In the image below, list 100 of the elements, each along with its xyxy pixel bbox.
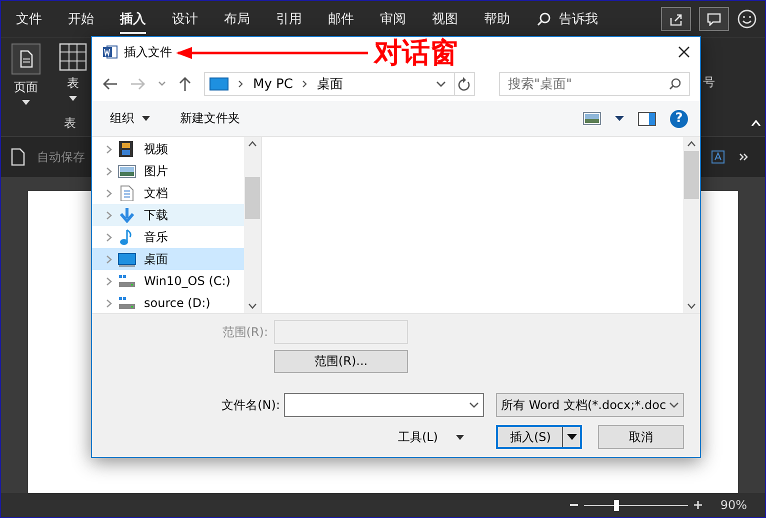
menu-tab[interactable]: 设计 [159, 1, 211, 37]
caret-icon [456, 434, 464, 440]
insert-button[interactable]: 插入(S) [496, 425, 582, 449]
nav-item[interactable]: Win10_OS (C:) [92, 270, 244, 292]
search-icon [668, 78, 681, 90]
scroll-down-icon [687, 303, 696, 309]
close-icon [678, 46, 690, 58]
picture-icon [118, 163, 136, 179]
range-field[interactable] [274, 320, 408, 344]
nav-item[interactable]: 文档 [92, 182, 244, 204]
word-document-icon [102, 44, 118, 60]
chevron-icon[interactable] [106, 188, 112, 198]
chevron-icon[interactable] [106, 166, 112, 176]
menu-tab[interactable]: 帮助 [471, 1, 523, 37]
breadcrumb[interactable]: 桌面 [316, 75, 343, 93]
caret-icon [566, 434, 576, 440]
menu-tab[interactable]: 引用 [263, 1, 315, 37]
smiley-icon[interactable] [737, 9, 757, 29]
chevron-icon[interactable] [106, 144, 112, 154]
preview-pane-icon[interactable] [638, 112, 656, 126]
scrollbar-thumb[interactable] [245, 177, 260, 219]
comments-button[interactable] [699, 7, 729, 31]
chevron-icon [238, 80, 244, 88]
nav-item[interactable]: 图片 [92, 160, 244, 182]
desktop-icon [118, 251, 136, 267]
ribbon-label: 号 [703, 74, 715, 91]
file-type-dropdown[interactable]: 所有 Word 文档(*.docx;*.doc [496, 393, 684, 417]
nav-item[interactable]: 桌面 [92, 248, 244, 270]
nav-item[interactable]: 视频 [92, 138, 244, 160]
scrollbar[interactable] [683, 137, 700, 313]
up-arrow-icon[interactable] [178, 76, 192, 92]
menu-tab[interactable]: 视图 [419, 1, 471, 37]
minus-icon[interactable] [570, 504, 578, 506]
file-name-field[interactable] [284, 393, 484, 417]
search-field[interactable]: 搜索"桌面" [499, 72, 690, 96]
slider-thumb[interactable] [614, 500, 619, 510]
drive-icon [118, 295, 136, 311]
dropdown-caret-icon [669, 402, 679, 408]
nav-item[interactable]: 下载 [92, 204, 244, 226]
nav-item[interactable]: source (D:) [92, 292, 244, 313]
collapse-icon[interactable] [751, 120, 761, 126]
autosave-label: 自动保存 [37, 148, 85, 166]
menu-tab[interactable]: 布局 [211, 1, 263, 37]
share-button[interactable] [661, 7, 691, 31]
more-icon[interactable] [739, 153, 749, 161]
nav-item[interactable]: 音乐 [92, 226, 244, 248]
menu-tab[interactable]: 插入 [107, 1, 159, 37]
tell-me-search[interactable]: 告诉我 [537, 10, 598, 28]
new-folder-button[interactable]: 新建文件夹 [180, 110, 240, 127]
page-icon [11, 43, 41, 75]
caret-icon [69, 96, 77, 101]
scroll-up-icon [687, 141, 696, 147]
document-icon[interactable] [11, 148, 25, 166]
dropdown-caret-icon[interactable] [436, 81, 446, 87]
organize-menu[interactable]: 组织 [110, 110, 150, 127]
scrollbar-thumb[interactable] [684, 151, 699, 199]
scroll-up-icon [248, 141, 257, 147]
annotation-label: 对话窗 [374, 36, 458, 70]
video-icon [118, 141, 136, 157]
caret-icon [22, 100, 30, 105]
address-bar[interactable]: My PC 桌面 [204, 72, 455, 96]
range-label: 范围(R): [222, 324, 268, 340]
plus-icon[interactable] [694, 501, 702, 509]
help-button[interactable]: ? [670, 110, 688, 128]
dropdown-caret-icon [469, 402, 479, 408]
caret-icon [142, 116, 150, 121]
page-button[interactable]: 页面 [1, 38, 51, 136]
zoom-level: 90% [720, 498, 747, 512]
breadcrumb[interactable]: My PC [253, 76, 293, 92]
dialog-title: 插入文件 [124, 44, 172, 60]
caret-icon[interactable] [615, 116, 624, 121]
file-name-label: 文件名(N): [222, 396, 280, 414]
menu-tab[interactable]: 文件 [3, 1, 55, 37]
document-icon [118, 185, 136, 201]
view-icon[interactable] [583, 112, 601, 125]
desktop-icon [209, 77, 229, 91]
chevron-icon [302, 80, 308, 88]
share-icon [669, 12, 683, 26]
scroll-down-icon [248, 303, 257, 309]
drive-icon [118, 273, 136, 289]
range-button[interactable]: 范围(R)... [274, 350, 408, 373]
menu-tab[interactable]: 开始 [55, 1, 107, 37]
chevron-icon[interactable] [106, 276, 112, 286]
cancel-button[interactable]: 取消 [598, 425, 684, 449]
download-icon [118, 207, 136, 223]
close-button[interactable] [678, 46, 690, 58]
search-icon [537, 12, 551, 26]
chevron-icon[interactable] [106, 232, 112, 242]
menu-tab[interactable]: 邮件 [315, 1, 367, 37]
refresh-button[interactable] [454, 72, 476, 96]
group-label: 表 [64, 115, 76, 132]
refresh-icon [458, 77, 470, 91]
scrollbar[interactable] [244, 137, 261, 313]
tools-menu[interactable]: 工具(L) [392, 428, 470, 446]
table-icon [59, 43, 87, 71]
comment-icon [707, 12, 721, 26]
menu-tab[interactable]: 审阅 [367, 1, 419, 37]
back-arrow-icon[interactable] [102, 77, 118, 91]
chevron-icon[interactable] [106, 298, 112, 308]
text-box-icon[interactable] [711, 150, 725, 164]
